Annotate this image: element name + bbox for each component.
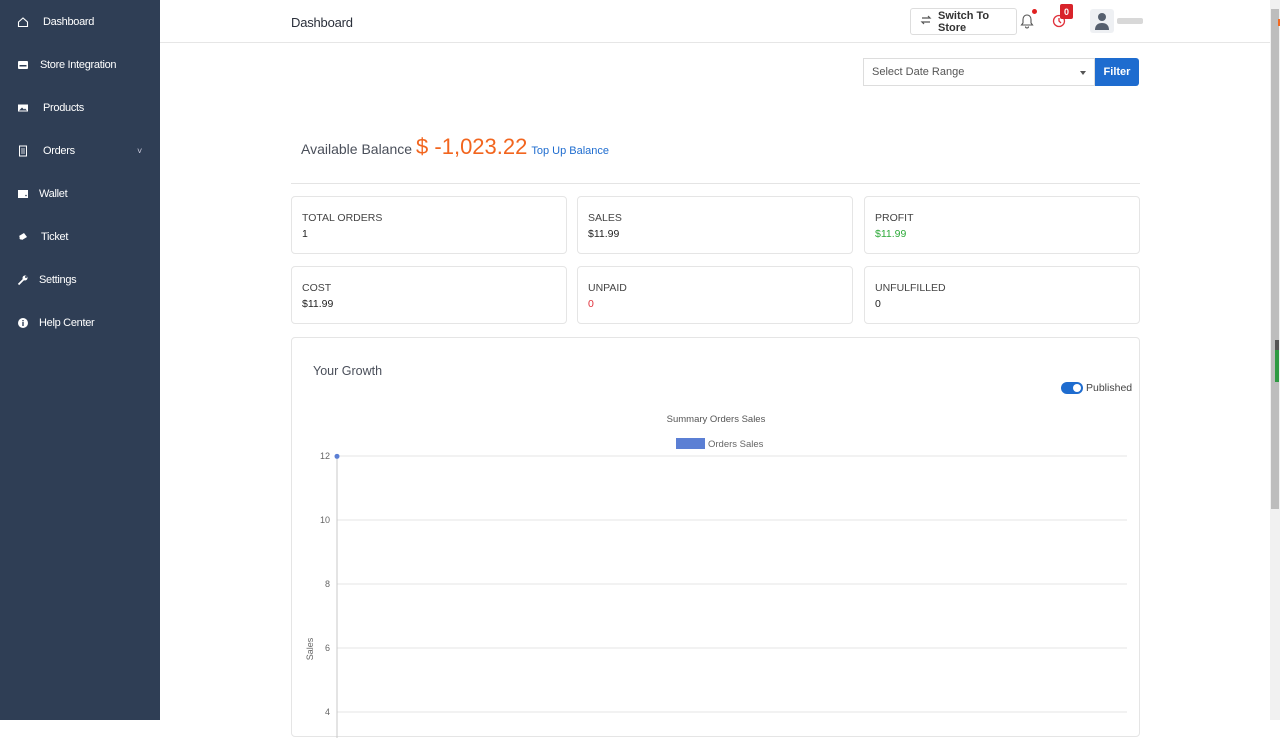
balance-row: Available Balance $ -1,023.22 Top Up Bal… (301, 134, 609, 160)
top-up-balance-link[interactable]: Top Up Balance (531, 145, 609, 157)
legend-swatch (676, 438, 705, 449)
wrench-icon (16, 273, 30, 287)
stat-title: UNPAID (588, 282, 627, 294)
username-redacted[interactable] (1117, 18, 1143, 24)
swap-icon (920, 14, 932, 29)
stat-card-unfulfilled: UNFULFILLED 0 (864, 266, 1140, 324)
stat-title: UNFULFILLED (875, 282, 946, 294)
sidebar: Dashboard Store Integration Products Orders… (0, 0, 160, 720)
notification-bell-icon[interactable] (1020, 13, 1034, 29)
stat-value: $11.99 (875, 228, 907, 240)
sidebar-item-label: Settings (39, 274, 77, 286)
stat-value: 0 (875, 298, 881, 310)
balance-value: $ -1,023.22 (416, 134, 528, 159)
sidebar-item-label: Ticket (41, 231, 69, 243)
sidebar-item-store-integration[interactable]: Store Integration (0, 50, 160, 80)
sidebar-item-help-center[interactable]: Help Center (0, 308, 160, 338)
chart-title: Summary Orders Sales (667, 414, 766, 425)
date-range-select[interactable]: Select Date Range (863, 58, 1095, 86)
stat-card-total-orders: TOTAL ORDERS 1 (291, 196, 567, 254)
filter-button[interactable]: Filter (1095, 58, 1139, 86)
sidebar-item-ticket[interactable]: Ticket (0, 222, 160, 252)
switch-to-store-button[interactable]: Switch To Store (910, 8, 1017, 35)
sidebar-item-label: Products (43, 102, 85, 114)
sidebar-item-label: Wallet (39, 188, 68, 200)
info-icon (16, 316, 30, 330)
store-icon (16, 58, 30, 72)
stat-title: TOTAL ORDERS (302, 212, 383, 224)
legend-label: Orders Sales (708, 439, 764, 450)
stat-value: 1 (302, 228, 308, 240)
timer-badge: 0 (1060, 4, 1073, 19)
document-icon (16, 144, 30, 158)
growth-card: Your Growth Published Summary Orders Sal… (291, 337, 1140, 738)
sidebar-item-label: Dashboard (43, 16, 95, 28)
sidebar-item-dashboard[interactable]: Dashboard (0, 7, 160, 37)
stat-card-sales: SALES $11.99 (577, 196, 853, 254)
user-avatar-icon[interactable] (1090, 9, 1114, 33)
sidebar-item-settings[interactable]: Settings (0, 265, 160, 295)
top-bar: Dashboard Switch To Store 0 (160, 0, 1270, 43)
stat-card-unpaid: UNPAID 0 (577, 266, 853, 324)
stat-value: $11.99 (302, 298, 334, 310)
stat-value: 0 (588, 298, 594, 310)
y-tick-label: 4 (325, 707, 330, 717)
image-icon (16, 101, 30, 115)
sidebar-item-products[interactable]: Products (0, 93, 160, 123)
sidebar-item-label: Store Integration (40, 59, 117, 71)
y-axis-label: Sales (305, 637, 315, 660)
data-point (334, 453, 340, 459)
sidebar-item-orders[interactable]: Orders ˅ (0, 136, 160, 166)
balance-label: Available Balance (301, 141, 413, 157)
sidebar-item-label: Help Center (39, 317, 95, 329)
scrollbar-thumb[interactable] (1275, 340, 1279, 382)
y-tick-label: 10 (320, 515, 330, 525)
home-icon (16, 15, 30, 29)
stat-card-profit: PROFIT $11.99 (864, 196, 1140, 254)
stat-value: $11.99 (588, 228, 620, 240)
sales-chart: Summary Orders Sales Orders Sales 4 6 8 10 12 S… (305, 414, 1127, 738)
y-tick-label: 8 (325, 579, 330, 589)
ticket-icon (16, 230, 30, 244)
sidebar-item-wallet[interactable]: Wallet (0, 179, 160, 209)
wallet-icon (16, 187, 30, 201)
stat-title: COST (302, 282, 332, 294)
stat-title: PROFIT (875, 212, 914, 224)
y-tick-label: 6 (325, 643, 330, 653)
stat-title: SALES (588, 212, 622, 224)
caret-down-icon (1080, 71, 1086, 75)
page-title: Dashboard (291, 15, 353, 30)
date-range-placeholder: Select Date Range (872, 66, 965, 78)
switch-to-store-label: Switch To Store (938, 9, 990, 34)
divider (291, 183, 1140, 184)
stat-card-cost: COST $11.99 (291, 266, 567, 324)
chevron-down-icon: ˅ (137, 146, 142, 156)
scrollbar-track[interactable] (1271, 9, 1279, 509)
notification-dot (1032, 9, 1037, 14)
sidebar-item-label: Orders (43, 145, 75, 157)
y-tick-label: 12 (320, 451, 330, 461)
